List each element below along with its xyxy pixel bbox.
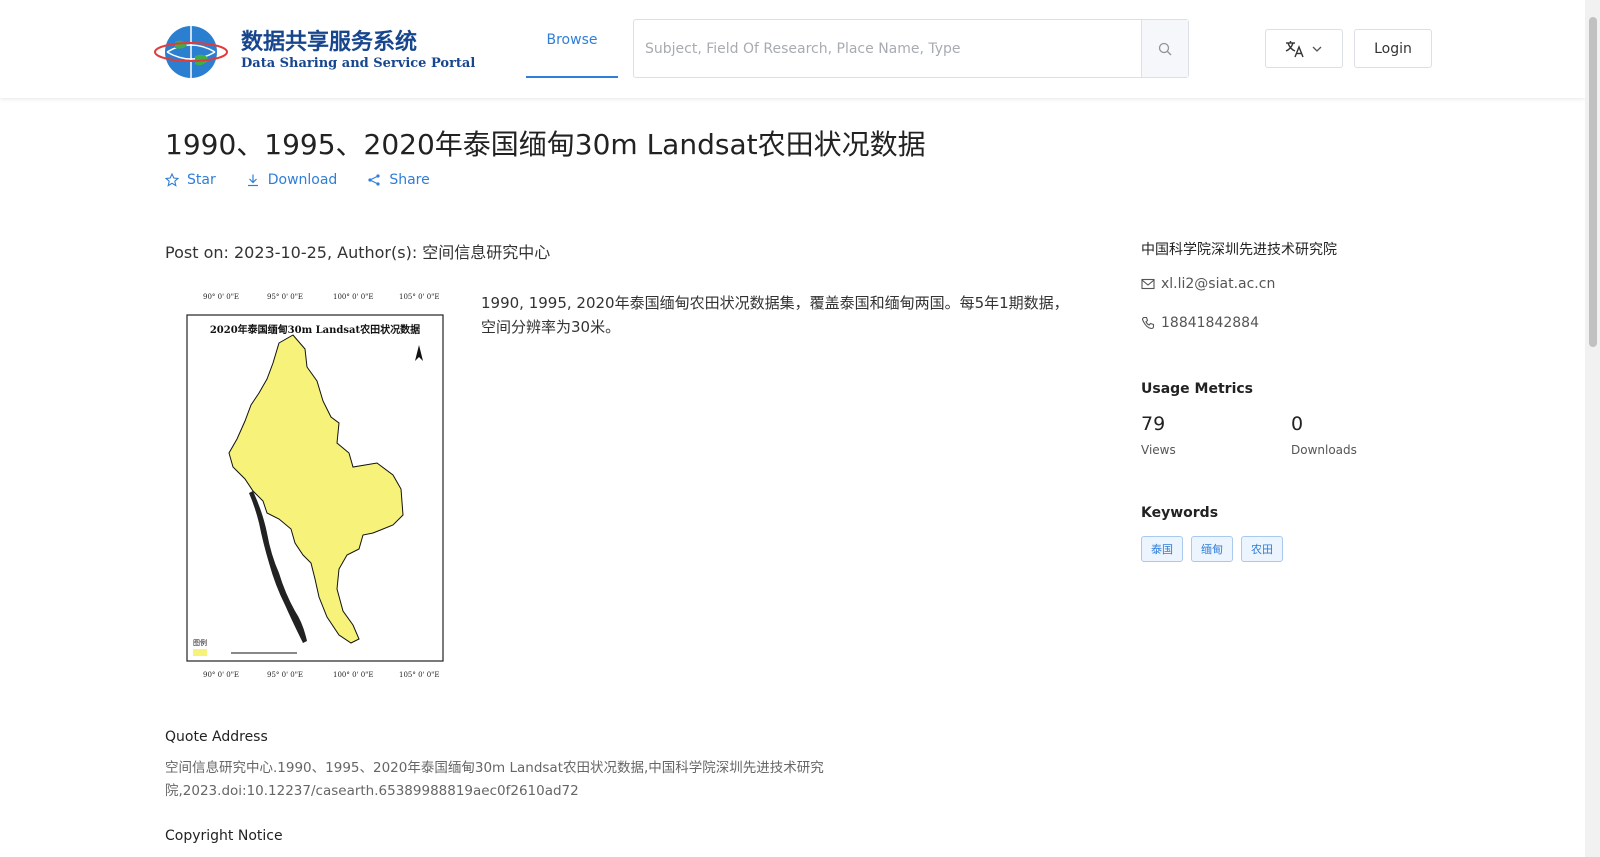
dataset-thumbnail-map[interactable]: 90° 0' 0"E 95° 0' 0"E 100° 0' 0"E 105° 0… (167, 293, 463, 683)
logo-title-en: Data Sharing and Service Portal (241, 56, 476, 71)
search-input[interactable] (634, 20, 1141, 77)
globe-logo-icon (154, 26, 228, 78)
svg-text:95° 0' 0"E: 95° 0' 0"E (267, 671, 303, 679)
page-title: 1990、1995、2020年泰国缅甸30m Landsat农田状况数据 (165, 128, 926, 161)
views-label: Views (1141, 443, 1176, 457)
svg-text:100° 0' 0"E: 100° 0' 0"E (333, 671, 373, 679)
contact-email[interactable]: xl.li2@siat.ac.cn (1141, 276, 1275, 292)
download-icon (247, 174, 258, 187)
share-button[interactable]: Share (367, 172, 430, 188)
quote-address-title: Quote Address (165, 729, 268, 745)
logo-title-cn: 数据共享服务系统 (241, 29, 418, 55)
star-icon (165, 173, 179, 187)
svg-text:90° 0' 0"E: 90° 0' 0"E (203, 293, 239, 301)
star-button[interactable]: Star (165, 172, 216, 188)
keyword-tag[interactable]: 农田 (1241, 536, 1283, 562)
share-icon (368, 174, 380, 186)
page-scrollbar[interactable] (1585, 0, 1600, 857)
downloads-label: Downloads (1291, 443, 1357, 457)
search-button[interactable] (1141, 20, 1188, 77)
svg-text:105° 0' 0"E: 105° 0' 0"E (399, 671, 439, 679)
dataset-actions: Star Download Share (165, 172, 430, 188)
login-button[interactable]: Login (1354, 29, 1432, 68)
svg-text:95° 0' 0"E: 95° 0' 0"E (267, 293, 303, 301)
nav-browse-tab[interactable]: Browse (526, 0, 618, 78)
contact-phone[interactable]: 18841842884 (1141, 315, 1259, 331)
site-logo[interactable]: 数据共享服务系统 Data Sharing and Service Portal (153, 20, 475, 80)
translate-icon (1285, 40, 1304, 57)
scrollbar-thumb[interactable] (1589, 17, 1597, 347)
mail-icon (1141, 278, 1155, 290)
svg-text:图例: 图例 (193, 638, 207, 647)
keyword-tag[interactable]: 泰国 (1141, 536, 1183, 562)
keyword-list: 泰国 缅甸 农田 (1141, 536, 1283, 562)
quote-address-text: 空间信息研究中心.1990、1995、2020年泰国缅甸30m Landsat农… (165, 760, 824, 799)
phone-icon (1141, 316, 1155, 330)
search-bar (633, 19, 1189, 78)
thumbnail-title: 2020年泰国缅甸30m Landsat农田状况数据 (210, 323, 420, 336)
share-label: Share (389, 172, 430, 188)
top-header: 数据共享服务系统 Data Sharing and Service Portal… (0, 0, 1585, 98)
star-label: Star (187, 172, 216, 188)
search-icon (1158, 42, 1172, 55)
download-button[interactable]: Download (246, 172, 338, 188)
usage-metrics-title: Usage Metrics (1141, 381, 1253, 397)
copyright-notice-title: Copyright Notice (165, 828, 283, 844)
svg-text:90° 0' 0"E: 90° 0' 0"E (203, 671, 239, 679)
post-info: Post on: 2023-10-25, Author(s): 空间信息研究中心 (165, 243, 551, 262)
keywords-title: Keywords (1141, 505, 1219, 521)
phone-text: 18841842884 (1161, 315, 1259, 331)
email-text: xl.li2@siat.ac.cn (1161, 276, 1276, 292)
download-label: Download (267, 172, 338, 188)
downloads-count: 0 (1291, 413, 1304, 435)
views-count: 79 (1141, 413, 1166, 435)
keyword-tag[interactable]: 缅甸 (1191, 536, 1233, 562)
language-switcher[interactable] (1265, 29, 1343, 68)
dataset-description: 1990, 1995, 2020年泰国缅甸农田状况数据集，覆盖泰国和缅甸两国。每… (481, 294, 1069, 336)
chevron-down-icon (1312, 46, 1322, 52)
svg-text:100° 0' 0"E: 100° 0' 0"E (333, 293, 373, 301)
svg-text:105° 0' 0"E: 105° 0' 0"E (399, 293, 439, 301)
organization-name: 中国科学院深圳先进技术研究院 (1141, 242, 1337, 258)
